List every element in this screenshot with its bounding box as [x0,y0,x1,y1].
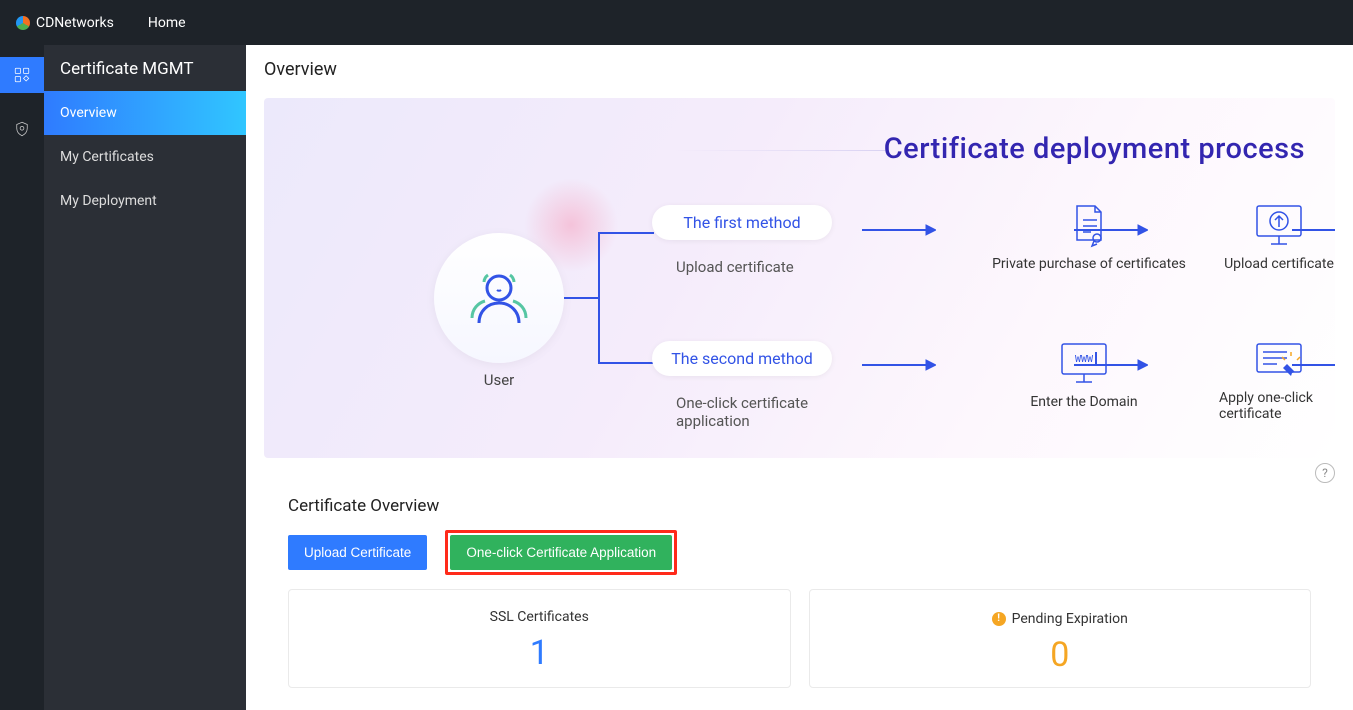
user-label: User [434,371,564,389]
nav-home[interactable]: Home [148,15,186,31]
overview-card: Certificate Overview Upload Certificate … [264,476,1335,710]
sidebar-item-my-certificates[interactable]: My Certificates [44,135,246,179]
main-content: Overview Certificate deployment process [246,45,1353,710]
page-title: Overview [246,45,1353,98]
users-icon [464,268,534,328]
overview-title: Certificate Overview [288,496,1311,516]
method2-sub: One-click certificate application [660,394,830,430]
pending-stat-value: 0 [810,635,1311,675]
one-click-application-button[interactable]: One-click Certificate Application [450,535,672,570]
top-bar: CDNetworks Home [0,0,1353,45]
brand-logo-icon [16,16,30,30]
upload-monitor-icon [1251,200,1307,248]
step-upload-certificate: Upload certificate [1174,200,1335,272]
rail-shield[interactable] [0,111,44,147]
upload-certificate-button[interactable]: Upload Certificate [288,535,427,570]
svg-text:WWW: WWW [1075,354,1094,365]
process-banner: Certificate deployment process [264,98,1335,458]
click-certificate-icon [1251,338,1307,382]
brand: CDNetworks [16,15,114,31]
step-apply-one-click: Apply one-click certificate [1179,338,1335,422]
ssl-stat-value: 1 [289,633,790,673]
method2-box: The second method [652,341,832,376]
document-icon [1065,200,1113,248]
step-label: Upload certificate [1174,256,1335,272]
domain-monitor-icon: WWW [1056,338,1112,386]
sidebar-title: Certificate MGMT [44,45,246,91]
process-title: Certificate deployment process [884,132,1305,166]
warning-icon: ! [992,612,1006,626]
sidebar-item-overview[interactable]: Overview [44,91,246,135]
branch-line [564,218,644,378]
apps-icon [13,66,31,84]
step-label: Apply one-click certificate [1219,390,1335,422]
rail-apps[interactable] [0,57,44,93]
highlight-box: One-click Certificate Application [445,530,677,575]
method1-sub: Upload certificate [660,258,794,276]
brand-name: CDNetworks [36,15,114,31]
method1-label: The first method [683,213,800,232]
icon-rail [0,45,44,710]
method2-label: The second method [671,349,813,368]
ssl-stat-card: SSL Certificates 1 [288,589,791,688]
sidebar: Certificate MGMT Overview My Certificate… [44,45,246,710]
user-node: User [434,233,564,389]
pending-stat-label: Pending Expiration [1012,611,1128,627]
ssl-stat-label: SSL Certificates [490,609,589,625]
shield-icon [13,120,31,138]
pending-stat-card: ! Pending Expiration 0 [809,589,1312,688]
help-button[interactable]: ? [1315,463,1335,483]
sidebar-item-my-deployment[interactable]: My Deployment [44,179,246,223]
method1-box: The first method [652,205,832,240]
